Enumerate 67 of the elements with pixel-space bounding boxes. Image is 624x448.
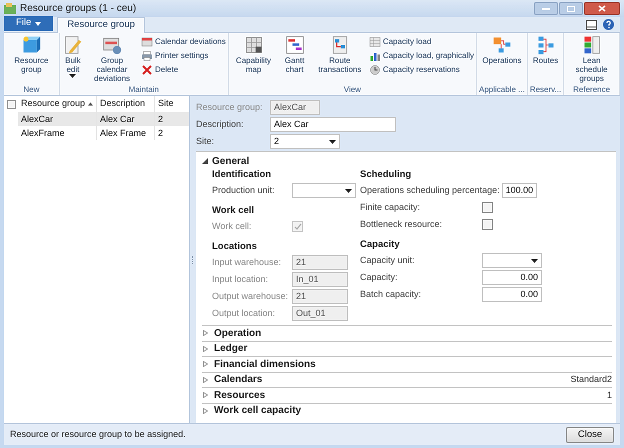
section-header[interactable]: Financial dimensions	[202, 356, 612, 372]
field-label: Bottleneck resource:	[360, 218, 444, 231]
table-cell[interactable]: Alex Car	[96, 112, 154, 126]
ribbon-button[interactable]: Gantt chart	[277, 35, 312, 74]
section-header[interactable]: Ledger	[202, 340, 612, 356]
table-cell[interactable]: 2	[154, 126, 189, 140]
group-title: Capacity	[360, 238, 400, 252]
group-title: Work cell	[212, 204, 254, 218]
file-menu-button[interactable]: File	[4, 16, 54, 31]
ribbon-group-label: New	[23, 84, 40, 95]
group-title: Identification	[212, 168, 272, 182]
ribbon-menu-item[interactable]: Printer settings	[141, 49, 226, 62]
table-cell[interactable]: Alex Frame	[96, 126, 154, 140]
window-title: Resource groups (1 - ceu)	[20, 2, 136, 16]
ribbon-group-label: Maintain	[128, 84, 159, 95]
section-header[interactable]: Resources 1	[202, 387, 612, 402]
field-label: Input location:	[212, 272, 270, 286]
section-summary: Standard2	[570, 373, 612, 386]
close-button[interactable]: Close	[566, 426, 614, 442]
ribbon-group-label: View	[344, 84, 361, 95]
field-label: Description:	[196, 118, 245, 131]
ribbon-menu-item[interactable]: Capacity load, graphically	[368, 49, 474, 62]
column-header[interactable]: Resource group	[18, 96, 96, 112]
table-cell[interactable]: AlexCar	[18, 112, 96, 126]
table-cell[interactable]: AlexFrame	[18, 126, 96, 140]
field-label: Output location:	[212, 306, 276, 320]
ribbon-button[interactable]: Bulk edit	[62, 35, 84, 78]
input-field[interactable]: 0.00	[482, 270, 542, 285]
ribbon-menu-item[interactable]: Capacity load	[368, 35, 474, 48]
field-label: Work cell:	[212, 220, 252, 233]
field-label: Output warehouse:	[212, 290, 290, 303]
field-label: Input warehouse:	[212, 256, 282, 269]
section-header[interactable]: Work cell capacity	[202, 402, 612, 418]
ribbon-menu-item[interactable]: Delete	[141, 63, 226, 76]
ribbon-button[interactable]: Operations	[481, 35, 522, 65]
ribbon-menu-item[interactable]: Calendar deviations	[141, 35, 226, 48]
ribbon-button[interactable]: Routes	[532, 35, 560, 65]
input-field[interactable]: Alex Car	[270, 117, 396, 132]
table-cell[interactable]: 2	[154, 112, 189, 126]
group-title: Locations	[212, 240, 257, 254]
ribbon-button[interactable]: Resource group	[6, 35, 57, 74]
field-label: Capacity:	[360, 270, 399, 284]
section-header[interactable]: Operation	[202, 325, 612, 340]
input-field[interactable]: 100.00	[502, 183, 538, 198]
dropdown-field[interactable]: 2	[270, 134, 340, 149]
status-text: Resource or resource group to be assigned.	[10, 428, 186, 441]
section-header[interactable]: Calendars Standard2	[202, 372, 612, 387]
field-label: Production unit:	[212, 184, 276, 197]
field-label: Operations scheduling percentage:	[360, 184, 501, 197]
section-summary: 1	[606, 388, 612, 402]
ribbon-menu-item[interactable]: Capacity reservations	[368, 63, 474, 76]
ribbon-group-label: Applicable ...	[479, 84, 525, 95]
field-label: Capacity unit:	[360, 254, 416, 267]
field-label: Site:	[196, 134, 216, 148]
ribbon-group-label: Reference	[573, 84, 610, 95]
section-header[interactable]: General	[202, 154, 612, 168]
ribbon-button[interactable]: Capability map	[230, 35, 276, 74]
field-label: Resource group:	[196, 100, 264, 114]
ribbon-tab[interactable]: Resource group	[57, 17, 145, 33]
ribbon-button[interactable]: Group calendar deviations	[85, 35, 140, 83]
ribbon-group-label: Reserv...	[530, 84, 562, 95]
field-label: Finite capacity:	[360, 200, 422, 214]
input-field[interactable]: 0.00	[482, 287, 542, 302]
ribbon-button[interactable]: Route transactions	[312, 35, 367, 74]
field-label: Batch capacity:	[360, 288, 422, 301]
ribbon-button[interactable]: Lean schedule groups	[566, 35, 617, 83]
group-title: Scheduling	[360, 168, 412, 182]
